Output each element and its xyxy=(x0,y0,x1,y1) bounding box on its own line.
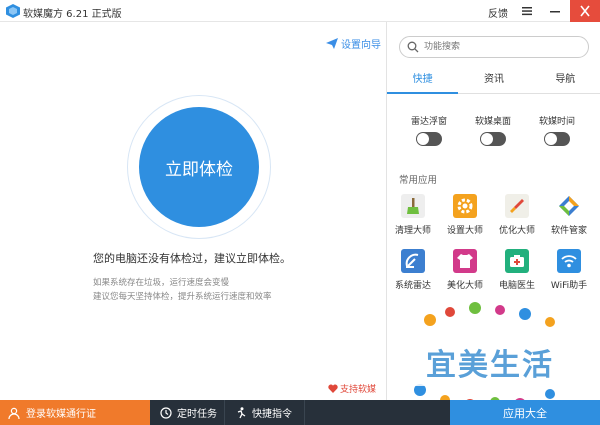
setup-guide-label: 设置向导 xyxy=(341,40,381,51)
clock-icon xyxy=(160,406,172,419)
main-panel: 设置向导 立即体检 您的电脑还没有体检过，建议立即体检。 如果系统存在垃圾，运行… xyxy=(0,22,386,400)
side-tabs: 快捷 资讯 导航 xyxy=(387,72,600,94)
watermark-logo: 宜美生活 xyxy=(400,300,580,415)
toggle-label: 雷达浮窗 xyxy=(410,117,447,127)
bottom-bar: 登录软媒通行证 定时任务 快捷指令 应用大全 xyxy=(0,400,600,425)
toggle-label: 软媒桌面 xyxy=(474,117,511,127)
login-label: 登录软媒通行证 xyxy=(26,409,96,420)
app-label: 系统雷达 xyxy=(394,281,431,291)
toggle-ruanmei-desktop: 软媒桌面 xyxy=(467,114,519,146)
toggle-label: 软媒时间 xyxy=(538,117,575,127)
paper-plane-icon xyxy=(326,38,338,49)
app-label: 优化大师 xyxy=(498,226,535,236)
app-pc-doctor[interactable]: 电脑医生 xyxy=(491,249,543,291)
watermark-text: 宜美生活 xyxy=(426,348,554,383)
running-person-icon xyxy=(237,406,246,418)
app-label: 清理大师 xyxy=(394,226,431,236)
check-hint-line-2: 建议您每天坚持体检，提升系统运行速度和效率 xyxy=(93,292,272,302)
rocket-icon xyxy=(505,194,529,218)
app-beautify-master[interactable]: 美化大师 xyxy=(439,249,491,291)
software-manager-icon xyxy=(557,194,581,218)
app-settings-master[interactable]: 设置大师 xyxy=(439,194,491,236)
app-optimizer[interactable]: 优化大师 xyxy=(491,194,543,236)
search-input[interactable] xyxy=(424,39,579,55)
menu-icon[interactable] xyxy=(520,4,534,18)
window-title: 软媒魔方 6.21 正式版 xyxy=(23,9,122,20)
app-store-button[interactable]: 应用大全 xyxy=(450,400,600,425)
user-icon xyxy=(8,407,20,419)
toggle-ruanmei-time: 软媒时间 xyxy=(531,114,583,146)
heart-icon xyxy=(328,384,338,393)
check-status-message: 您的电脑还没有体检过，建议立即体检。 xyxy=(93,252,291,265)
feedback-link[interactable]: 反馈 xyxy=(488,5,508,20)
app-cleaner[interactable]: 清理大师 xyxy=(387,194,439,236)
medical-kit-icon xyxy=(505,249,529,273)
check-hint-line-1: 如果系统存在垃圾，运行速度会变慢 xyxy=(93,278,230,288)
ruanmei-desktop-switch[interactable] xyxy=(480,132,506,146)
support-link[interactable]: 支持软媒 xyxy=(328,382,376,395)
minimize-icon[interactable] xyxy=(548,4,562,18)
wifi-icon xyxy=(557,249,581,273)
login-button[interactable]: 登录软媒通行证 xyxy=(0,400,150,425)
quick-commands-label: 快捷指令 xyxy=(252,409,292,420)
tab-news[interactable]: 资讯 xyxy=(458,72,529,93)
common-apps-title: 常用应用 xyxy=(399,175,438,186)
radar-float-switch[interactable] xyxy=(416,132,442,146)
tshirt-icon xyxy=(453,249,477,273)
toggle-radar-float: 雷达浮窗 xyxy=(403,114,455,146)
app-label: 设置大师 xyxy=(446,226,483,236)
support-label: 支持软媒 xyxy=(340,385,377,395)
radar-icon xyxy=(401,249,425,273)
app-label: 电脑医生 xyxy=(498,281,535,291)
gear-icon xyxy=(453,194,477,218)
app-system-radar[interactable]: 系统雷达 xyxy=(387,249,439,291)
tab-shortcuts[interactable]: 快捷 xyxy=(387,72,459,94)
ruanmei-time-switch[interactable] xyxy=(544,132,570,146)
setup-guide-link[interactable]: 设置向导 xyxy=(326,36,381,51)
broom-icon xyxy=(401,194,425,218)
app-wifi-assistant[interactable]: WiFi助手 xyxy=(543,249,595,291)
close-icon xyxy=(580,5,590,17)
close-button[interactable] xyxy=(570,0,600,22)
app-logo-icon xyxy=(6,4,20,18)
app-software-manager[interactable]: 软件管家 xyxy=(543,194,595,236)
check-now-button[interactable]: 立即体检 xyxy=(139,107,259,227)
search-box[interactable] xyxy=(399,36,589,58)
app-label: WiFi助手 xyxy=(550,281,588,291)
quick-commands-button[interactable]: 快捷指令 xyxy=(225,400,305,425)
scheduled-tasks-label: 定时任务 xyxy=(177,409,217,420)
search-icon xyxy=(407,41,419,53)
title-bar: 软媒魔方 6.21 正式版 反馈 xyxy=(0,0,600,22)
scheduled-tasks-button[interactable]: 定时任务 xyxy=(150,400,225,425)
app-label: 软件管家 xyxy=(550,226,587,236)
app-label: 美化大师 xyxy=(446,281,483,291)
tab-navigation[interactable]: 导航 xyxy=(530,72,600,93)
